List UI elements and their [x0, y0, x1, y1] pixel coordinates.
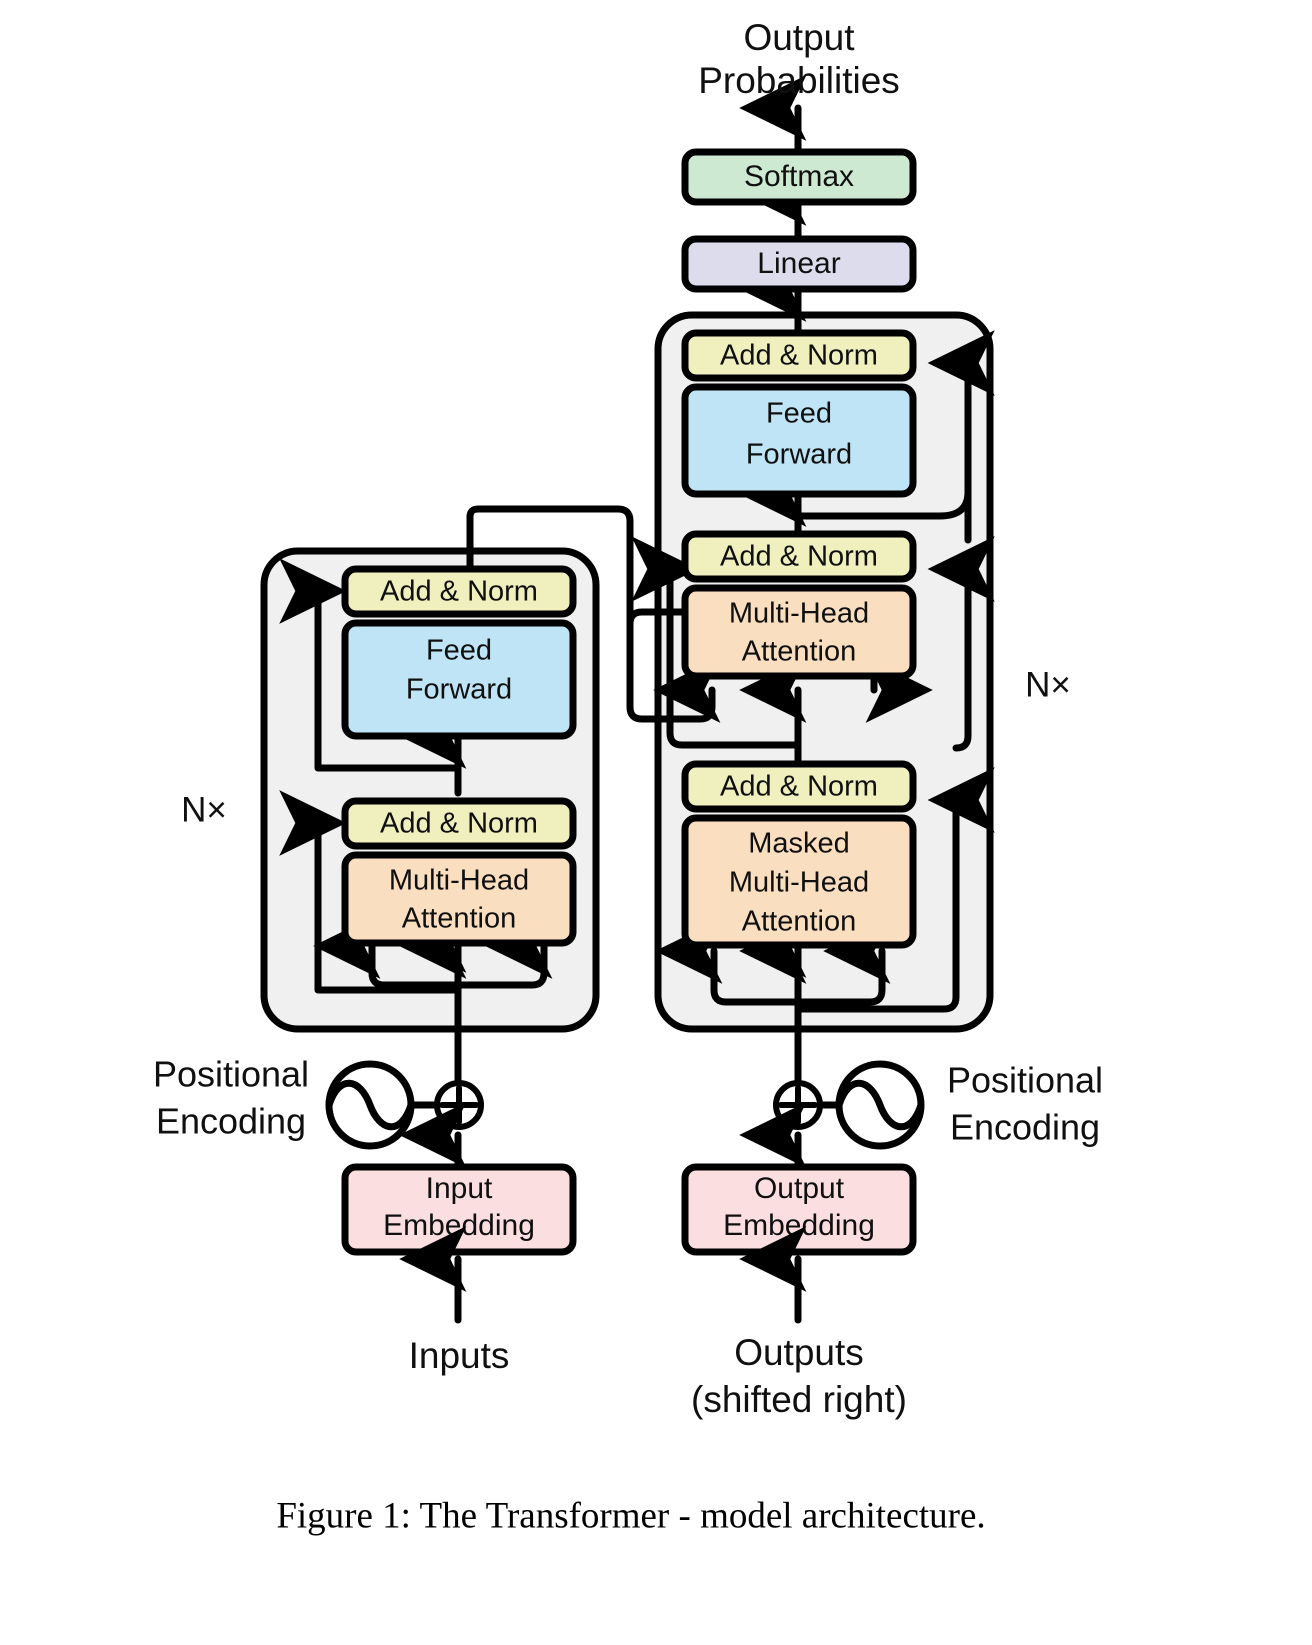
decoder-feed-forward-block[interactable]: Feed Forward: [681, 383, 917, 498]
output-probabilities-label-1: Output: [743, 17, 855, 58]
decoder-feed-forward-label-1: Feed: [766, 398, 832, 430]
encoder-positional-encoding-icon: [325, 1060, 415, 1150]
encoder-positional-encoding-label-2: Encoding: [156, 1101, 306, 1142]
encoder-attention-label-1: Multi-Head: [389, 865, 529, 897]
encoder-feed-forward-label-2: Forward: [406, 674, 512, 706]
encoder-embedding-label-1: Input: [426, 1172, 493, 1205]
decoder-add-norm-mid-block[interactable]: Add & Norm: [681, 530, 917, 583]
encoder-positional-encoding-label-1: Positional: [153, 1054, 309, 1095]
decoder-embedding-label-1: Output: [754, 1172, 845, 1205]
softmax-block[interactable]: Softmax: [681, 148, 917, 206]
figure-caption: Figure 1: The Transformer - model archit…: [276, 1495, 985, 1536]
decoder-masked-attention-label-3: Attention: [742, 906, 856, 938]
encoder-add-norm-top-label: Add & Norm: [380, 576, 538, 608]
softmax-label: Softmax: [744, 160, 854, 193]
decoder-add-norm-bottom-label: Add & Norm: [720, 771, 878, 803]
decoder-feed-forward-label-2: Forward: [746, 439, 852, 471]
decoder-cross-attention-label-1: Multi-Head: [729, 598, 869, 630]
encoder-add-norm-bottom-block[interactable]: Add & Norm: [341, 797, 577, 850]
decoder-positional-encoding-icon: [835, 1060, 925, 1150]
decoder-stack-multiplier: N×: [1025, 665, 1071, 704]
encoder-add-norm-bottom-label: Add & Norm: [380, 808, 538, 840]
transformer-figure: Add & Norm Feed Forward Add & Norm Multi…: [0, 0, 1312, 1645]
decoder-positional-encoding-label-1: Positional: [947, 1060, 1103, 1101]
encoder-feed-forward-block[interactable]: Feed Forward: [341, 619, 577, 740]
encoder-embedding-block[interactable]: Input Embedding: [341, 1163, 577, 1256]
architecture-diagram: Add & Norm Feed Forward Add & Norm Multi…: [0, 0, 1312, 1645]
output-probabilities-label-2: Probabilities: [698, 60, 900, 101]
decoder-embedding-label-2: Embedding: [723, 1209, 875, 1242]
decoder-masked-attention-label-2: Multi-Head: [729, 867, 869, 899]
decoder-add-norm-mid-label: Add & Norm: [720, 541, 878, 573]
encoder-stack-multiplier: N×: [181, 790, 227, 829]
decoder-embedding-block[interactable]: Output Embedding: [681, 1163, 917, 1256]
inputs-label: Inputs: [409, 1335, 510, 1376]
linear-block[interactable]: Linear: [681, 235, 917, 293]
decoder-add-norm-top-block[interactable]: Add & Norm: [681, 329, 917, 382]
outputs-label-2: (shifted right): [691, 1379, 907, 1420]
outputs-label-1: Outputs: [734, 1332, 864, 1373]
decoder-masked-attention-block[interactable]: Masked Multi-Head Attention: [681, 814, 917, 949]
decoder-cross-attention-label-2: Attention: [742, 636, 856, 668]
encoder-attention-label-2: Attention: [402, 903, 516, 935]
decoder-add-norm-top-label: Add & Norm: [720, 340, 878, 372]
encoder-sum-node: [434, 1080, 484, 1130]
encoder-add-norm-top-block[interactable]: Add & Norm: [341, 565, 577, 618]
decoder-add-norm-bottom-block[interactable]: Add & Norm: [681, 760, 917, 813]
decoder-cross-attention-block[interactable]: Multi-Head Attention: [681, 584, 917, 680]
encoder-feed-forward-label-1: Feed: [426, 635, 492, 667]
decoder-sum-node: [773, 1080, 823, 1130]
decoder-positional-encoding-label-2: Encoding: [950, 1107, 1100, 1148]
encoder-attention-block[interactable]: Multi-Head Attention: [341, 851, 577, 947]
decoder-masked-attention-label-1: Masked: [748, 828, 850, 860]
linear-label: Linear: [757, 247, 840, 280]
encoder-embedding-label-2: Embedding: [383, 1209, 535, 1242]
